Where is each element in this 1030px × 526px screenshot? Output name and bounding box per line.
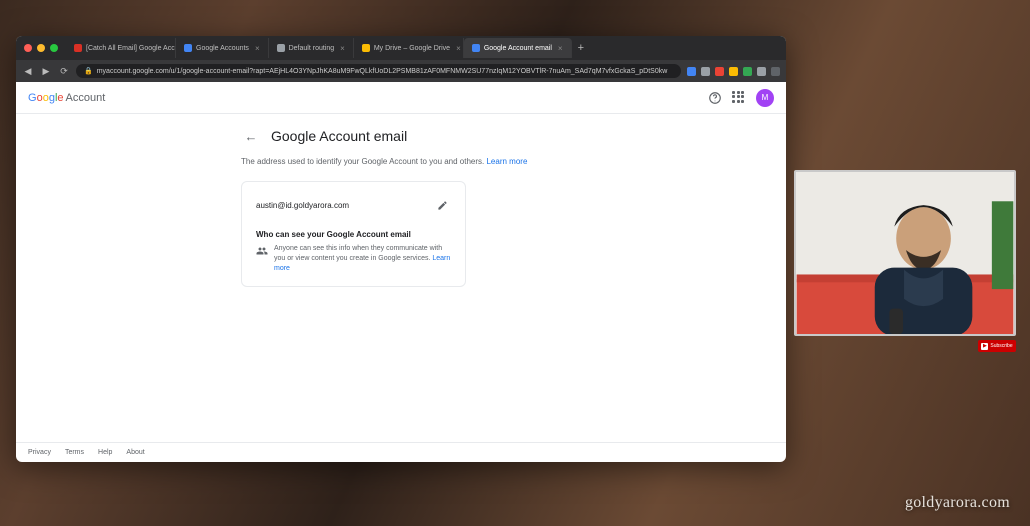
edit-email-button[interactable] xyxy=(433,196,451,214)
brand-suffix: Account xyxy=(66,92,106,104)
tab-strip: [Catch All Email] Google Acc… × Google A… xyxy=(16,36,786,60)
page-title-row: ← Google Account email xyxy=(241,128,701,144)
extension-icon[interactable] xyxy=(715,67,724,76)
page-header: Google Account M xyxy=(16,82,786,114)
favicon-icon xyxy=(472,44,480,52)
tab-default-routing[interactable]: Default routing × xyxy=(269,38,354,58)
footer-privacy-link[interactable]: Privacy xyxy=(28,449,51,456)
footer-about-link[interactable]: About xyxy=(126,449,144,456)
reload-button[interactable]: ⟳ xyxy=(58,65,70,77)
tab-label: Google Accounts xyxy=(196,45,249,52)
favicon-icon xyxy=(184,44,192,52)
account-avatar[interactable]: M xyxy=(756,89,774,107)
footer-terms-link[interactable]: Terms xyxy=(65,449,84,456)
extension-icon[interactable] xyxy=(687,67,696,76)
new-tab-button[interactable]: + xyxy=(572,42,590,54)
subscribe-label: Subscribe xyxy=(990,343,1012,349)
tab-catch-all-email[interactable]: [Catch All Email] Google Acc… × xyxy=(66,38,176,58)
avatar-initials: M xyxy=(762,93,769,102)
people-icon xyxy=(256,244,268,256)
browser-menu-icon[interactable] xyxy=(771,67,780,76)
lock-icon: 🔒 xyxy=(84,67,93,75)
page-footer: Privacy Terms Help About xyxy=(16,442,786,462)
favicon-icon xyxy=(74,44,82,52)
tab-label: Default routing xyxy=(289,45,335,52)
tab-my-drive[interactable]: My Drive – Google Drive × xyxy=(354,38,464,58)
forward-button[interactable]: ▶ xyxy=(40,65,52,77)
extension-icon[interactable] xyxy=(701,67,710,76)
subscribe-button[interactable]: Subscribe xyxy=(978,340,1016,352)
pencil-icon xyxy=(437,200,448,211)
close-tab-icon[interactable]: × xyxy=(340,44,345,53)
footer-help-link[interactable]: Help xyxy=(98,449,112,456)
url-field[interactable]: 🔒 myaccount.google.com/u/1/google-accoun… xyxy=(76,64,681,78)
email-value: austin@id.goldyarora.com xyxy=(256,201,349,210)
close-tab-icon[interactable]: × xyxy=(558,44,563,53)
presenter-webcam xyxy=(794,170,1016,336)
tab-label: My Drive – Google Drive xyxy=(374,45,450,52)
help-icon[interactable] xyxy=(708,91,722,105)
tab-google-account-email[interactable]: Google Account email × xyxy=(464,38,572,58)
url-text: myaccount.google.com/u/1/google-account-… xyxy=(97,68,668,75)
page-content: ← Google Account email The address used … xyxy=(16,114,786,442)
description-text: The address used to identify your Google… xyxy=(241,157,486,166)
email-card: austin@id.goldyarora.com Who can see you… xyxy=(241,181,466,286)
back-button[interactable]: ◀ xyxy=(22,65,34,77)
header-actions: M xyxy=(708,89,774,107)
close-tab-icon[interactable]: × xyxy=(255,44,260,53)
tab-label: [Catch All Email] Google Acc… xyxy=(86,45,176,52)
presenter-image xyxy=(796,172,1014,334)
visibility-text: Anyone can see this info when they commu… xyxy=(274,244,451,273)
browser-window: [Catch All Email] Google Acc… × Google A… xyxy=(16,36,786,462)
favicon-icon xyxy=(362,44,370,52)
maximize-window-icon[interactable] xyxy=(50,44,58,52)
tab-google-accounts[interactable]: Google Accounts × xyxy=(176,38,269,58)
extension-icon[interactable] xyxy=(729,67,738,76)
page-description: The address used to identify your Google… xyxy=(241,156,701,167)
address-bar: ◀ ▶ ⟳ 🔒 myaccount.google.com/u/1/google-… xyxy=(16,60,786,82)
watermark-text: goldyarora.com xyxy=(905,494,1010,512)
email-row: austin@id.goldyarora.com xyxy=(256,196,451,214)
learn-more-link[interactable]: Learn more xyxy=(486,157,527,166)
minimize-window-icon[interactable] xyxy=(37,44,45,52)
visibility-desc: Anyone can see this info when they commu… xyxy=(274,245,442,262)
visibility-row: Anyone can see this info when they commu… xyxy=(256,244,451,273)
tab-label: Google Account email xyxy=(484,45,552,52)
google-apps-icon[interactable] xyxy=(732,91,746,105)
extension-icon[interactable] xyxy=(757,67,766,76)
back-arrow-icon[interactable]: ← xyxy=(241,129,261,144)
google-account-logo[interactable]: Google Account xyxy=(28,92,105,104)
extension-icon[interactable] xyxy=(743,67,752,76)
extension-icons xyxy=(687,67,780,76)
close-window-icon[interactable] xyxy=(24,44,32,52)
window-traffic-lights[interactable] xyxy=(24,44,58,52)
page-title: Google Account email xyxy=(271,128,407,144)
favicon-icon xyxy=(277,44,285,52)
visibility-heading: Who can see your Google Account email xyxy=(256,230,451,239)
close-tab-icon[interactable]: × xyxy=(456,44,461,53)
